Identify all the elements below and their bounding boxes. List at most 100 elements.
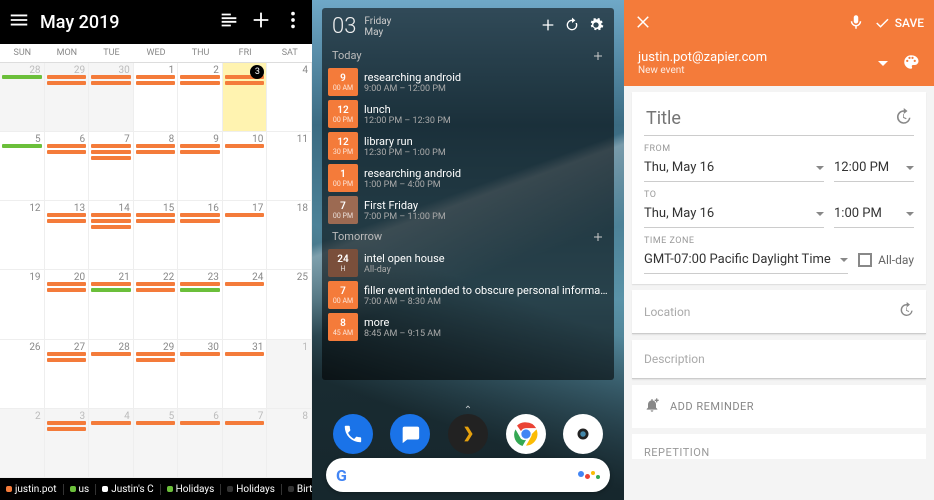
all-day-checkbox[interactable]: All-day — [858, 253, 914, 267]
day-cell[interactable]: 1 — [134, 63, 179, 132]
day-cell[interactable]: 6 — [45, 132, 90, 201]
day-cell[interactable]: 5 — [134, 409, 179, 478]
legend-item[interactable]: Justin's C — [96, 484, 160, 495]
agenda-item[interactable]: 845 AMmore8:45 AM – 9:15 AM — [322, 311, 614, 343]
event-bar[interactable] — [91, 156, 131, 160]
legend-item[interactable]: justin.pot — [0, 484, 64, 495]
day-cell[interactable]: 9 — [178, 132, 223, 201]
plex-app-icon[interactable] — [448, 414, 488, 454]
timezone-select[interactable]: GMT-07:00 Pacific Daylight Time — [644, 246, 848, 274]
repetition-row[interactable]: REPETITION — [632, 434, 926, 459]
day-cell[interactable]: 4 — [89, 409, 134, 478]
location-field[interactable]: Location — [632, 290, 926, 334]
agenda-item[interactable]: 700 AMfiller event intended to obscure p… — [322, 279, 614, 311]
month-grid[interactable]: 2829301234567891011121314151617181920212… — [0, 63, 312, 478]
add-icon[interactable] — [592, 231, 604, 243]
day-cell[interactable]: 25 — [267, 270, 312, 339]
description-field[interactable]: Description — [632, 340, 926, 379]
assistant-icon[interactable] — [578, 471, 600, 479]
event-bar[interactable] — [91, 150, 131, 154]
day-cell[interactable]: 21 — [89, 270, 134, 339]
day-cell[interactable]: 30 — [178, 340, 223, 409]
menu-icon[interactable] — [8, 9, 30, 35]
agenda-item[interactable]: 1230 PMlibrary run12:30 PM – 1:00 PM — [322, 130, 614, 162]
day-cell[interactable]: 30 — [89, 63, 134, 132]
chevron-down-icon[interactable] — [878, 61, 888, 71]
legend-item[interactable]: Birthdays — [282, 484, 312, 495]
day-cell[interactable]: 3 — [45, 409, 90, 478]
gear-icon[interactable] — [588, 17, 604, 36]
month-title[interactable]: May 2019 — [40, 12, 208, 33]
day-cell[interactable]: 13 — [45, 201, 90, 270]
event-bar[interactable] — [180, 288, 220, 292]
agenda-item[interactable]: 1200 PMlunch12:00 PM – 12:30 PM — [322, 98, 614, 130]
day-cell[interactable]: 31 — [223, 340, 268, 409]
add-icon[interactable] — [250, 9, 272, 35]
event-bar[interactable] — [47, 427, 87, 431]
day-cell[interactable]: 29 — [45, 63, 90, 132]
day-cell[interactable]: 2 — [0, 409, 45, 478]
history-icon[interactable] — [894, 108, 912, 129]
day-cell[interactable]: 28 — [0, 63, 45, 132]
day-cell[interactable]: 15 — [134, 201, 179, 270]
history-icon[interactable] — [898, 302, 914, 321]
agenda-widget[interactable]: 03 Friday May Today900 AMresearching and… — [322, 8, 614, 380]
day-cell[interactable]: 6 — [178, 409, 223, 478]
add-icon[interactable] — [540, 17, 556, 36]
event-bar[interactable] — [180, 150, 220, 154]
agenda-item[interactable]: 700 PMFirst Friday7:00 PM – 11:00 PM — [322, 194, 614, 226]
messages-app-icon[interactable] — [390, 414, 430, 454]
event-bar[interactable] — [91, 219, 131, 223]
title-input[interactable] — [646, 108, 894, 129]
event-bar[interactable] — [47, 150, 87, 154]
chrome-app-icon[interactable] — [506, 414, 546, 454]
camera-app-icon[interactable] — [563, 414, 603, 454]
palette-icon[interactable] — [902, 53, 920, 74]
to-date-select[interactable]: Thu, May 16 — [644, 200, 824, 228]
event-bar[interactable] — [47, 288, 87, 292]
event-bar[interactable] — [180, 81, 220, 85]
day-cell[interactable]: 7 — [223, 409, 268, 478]
day-cell[interactable]: 4 — [267, 63, 312, 132]
day-cell[interactable]: 11 — [267, 132, 312, 201]
event-bar[interactable] — [225, 81, 265, 85]
event-bar[interactable] — [136, 358, 176, 362]
legend-item[interactable]: us — [64, 484, 97, 495]
day-cell[interactable]: 2 — [178, 63, 223, 132]
day-cell[interactable]: 22 — [134, 270, 179, 339]
legend-item[interactable]: Holidays — [221, 484, 282, 495]
calendar-legend[interactable]: justin.potusJustin's CHolidaysHolidaysBi… — [0, 478, 312, 500]
event-bar[interactable] — [91, 81, 131, 85]
day-cell[interactable]: 16 — [178, 201, 223, 270]
event-bar[interactable] — [136, 288, 176, 292]
day-cell[interactable]: 24 — [223, 270, 268, 339]
event-bar[interactable] — [136, 150, 176, 154]
agenda-item[interactable]: 24Hintel open houseAll-day — [322, 247, 614, 279]
google-search-bar[interactable]: G — [326, 458, 610, 492]
event-bar[interactable] — [47, 358, 87, 362]
event-bar[interactable] — [47, 219, 87, 223]
text-view-icon[interactable] — [218, 9, 240, 35]
to-time-select[interactable]: 1:00 PM — [834, 200, 914, 228]
agenda-item[interactable]: 900 AMresearching android9:00 AM – 12:00… — [322, 66, 614, 98]
day-cell[interactable]: 27 — [45, 340, 90, 409]
day-cell[interactable]: 28 — [89, 340, 134, 409]
day-cell[interactable]: 29 — [134, 340, 179, 409]
day-cell[interactable]: 5 — [0, 132, 45, 201]
day-cell[interactable]: 17 — [223, 201, 268, 270]
day-cell[interactable]: 12 — [0, 201, 45, 270]
mic-icon[interactable] — [847, 13, 865, 34]
day-cell[interactable]: 1 — [267, 340, 312, 409]
day-cell[interactable]: 3 — [223, 63, 268, 132]
day-cell[interactable]: 18 — [267, 201, 312, 270]
agenda-item[interactable]: 100 PMresearching android1:00 PM – 4:00 … — [322, 162, 614, 194]
phone-app-icon[interactable] — [333, 414, 373, 454]
refresh-icon[interactable] — [564, 17, 580, 36]
event-bar[interactable] — [136, 219, 176, 223]
from-time-select[interactable]: 12:00 PM — [834, 154, 914, 182]
day-cell[interactable]: 19 — [0, 270, 45, 339]
event-bar[interactable] — [136, 81, 176, 85]
day-cell[interactable]: 26 — [0, 340, 45, 409]
day-cell[interactable]: 8 — [134, 132, 179, 201]
save-button[interactable]: SAVE — [873, 14, 924, 32]
